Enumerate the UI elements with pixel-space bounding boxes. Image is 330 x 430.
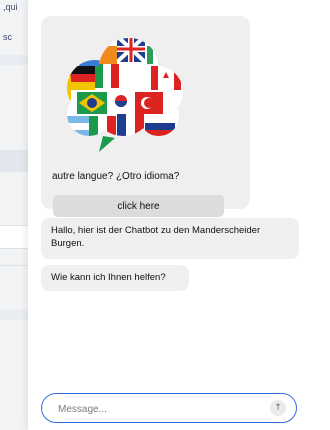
bot-message: Hallo, hier ist der Chatbot zu den Mande… <box>41 218 299 259</box>
background-divider <box>0 265 28 266</box>
message-input[interactable] <box>56 400 250 418</box>
background-divider <box>0 55 28 65</box>
background-divider <box>0 310 28 320</box>
bot-message: Wie kann ich Ihnen helfen? <box>41 265 189 291</box>
flag-cloud-icon <box>67 38 183 152</box>
background-page: ,qui sc <box>0 0 29 430</box>
background-field <box>0 225 28 249</box>
arrow-up-icon[interactable]: ↑ <box>270 400 286 416</box>
click-here-button[interactable]: click here <box>53 195 224 217</box>
language-card: autre langue? ¿Otro idioma? click here <box>41 16 250 217</box>
message-composer: ↑ <box>41 393 297 423</box>
background-text-fragment: ,qui <box>3 2 18 12</box>
language-prompt: autre langue? ¿Otro idioma? <box>52 171 180 182</box>
chat-panel: autre langue? ¿Otro idioma? click here H… <box>28 0 330 430</box>
background-text-fragment: sc <box>3 32 12 42</box>
background-highlight <box>0 150 28 172</box>
